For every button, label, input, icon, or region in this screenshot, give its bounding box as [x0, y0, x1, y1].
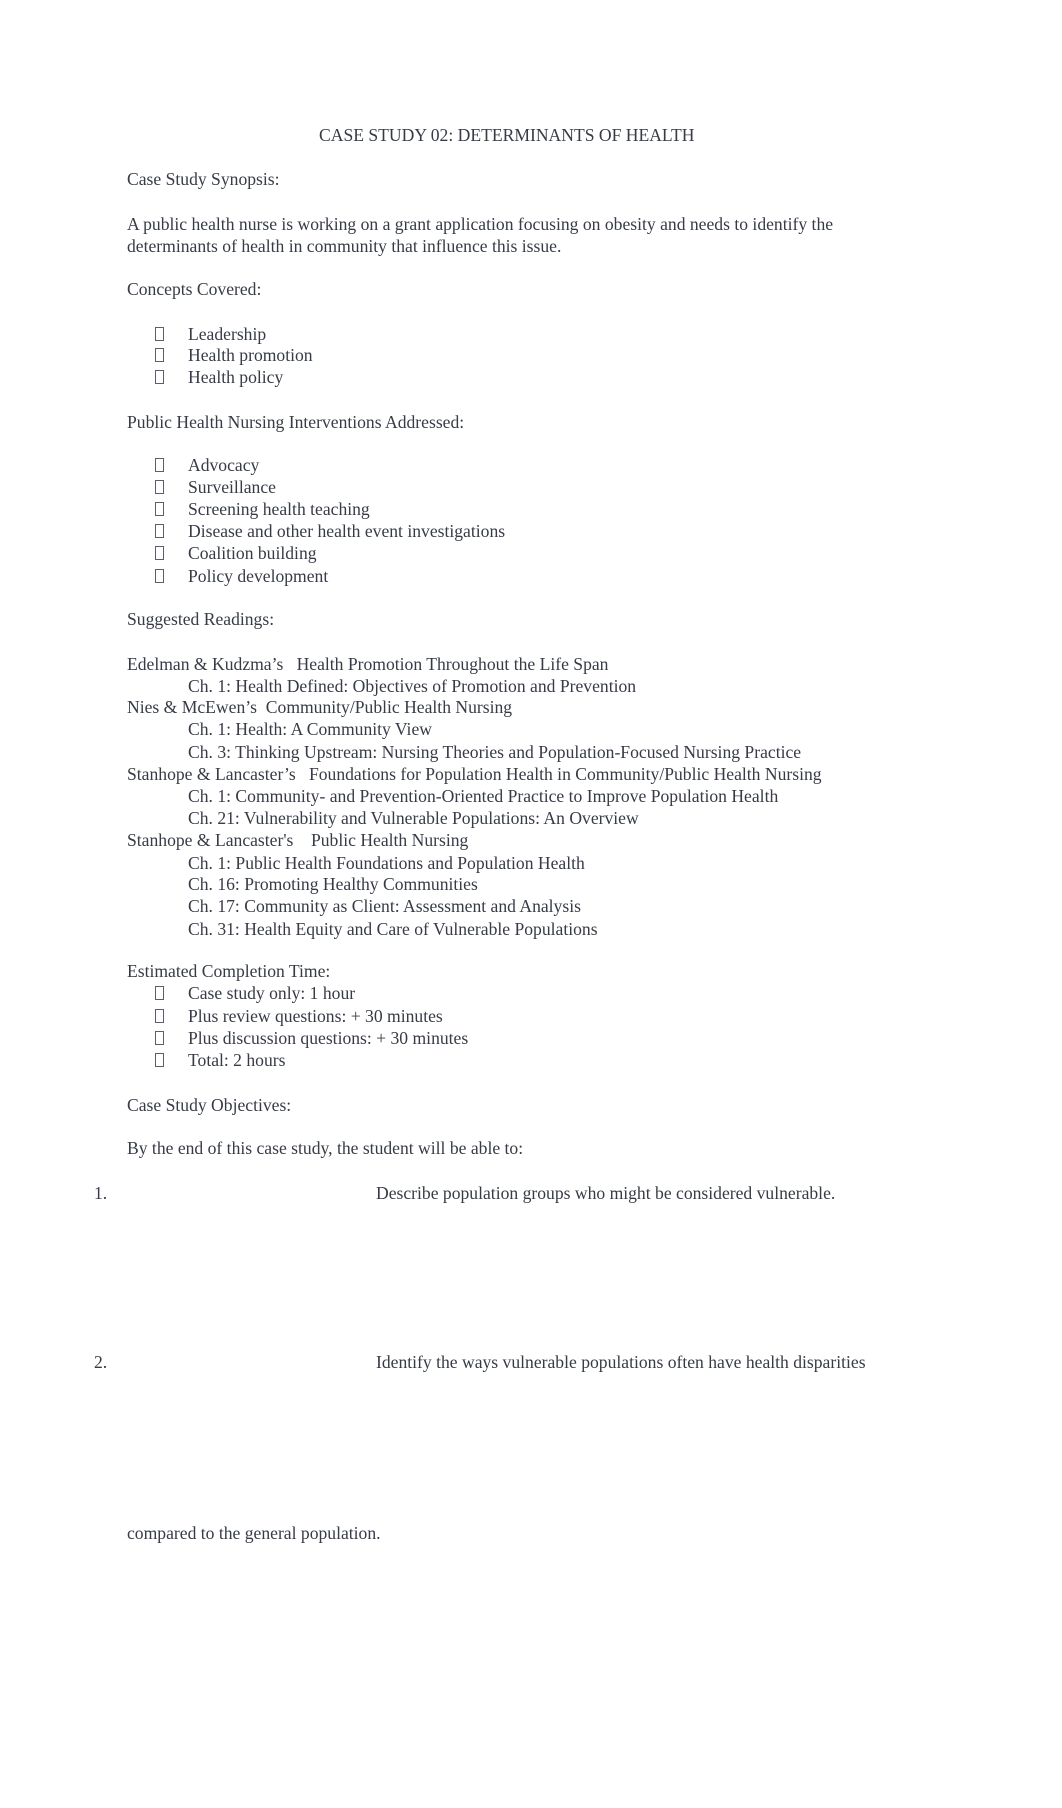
book-title: Public Health Nursing: [310, 830, 469, 850]
reading-chapter: Ch. 17: Community as Client: Assessment …: [188, 896, 581, 916]
objective-text: Describe population groups who might be …: [376, 1183, 836, 1203]
bullet-icon: [155, 480, 164, 494]
reading-chapter: Ch. 31: Health Equity and Care of Vulner…: [188, 919, 598, 939]
list-item: Case study only: 1 hour: [188, 983, 356, 1003]
reading-chapter: Ch. 1: Health Defined: Objectives of Pro…: [188, 676, 637, 696]
list-item: Disease and other health event investiga…: [188, 521, 506, 541]
objective-text: Identify the ways vulnerable populations…: [376, 1352, 866, 1372]
list-item: Coalition building: [188, 543, 317, 563]
list-item: Health policy: [188, 367, 284, 387]
bullet-icon: [155, 986, 164, 1000]
book-title: Community/Public Health Nursing: [265, 697, 513, 717]
list-item: Plus discussion questions: + 30 minutes: [188, 1028, 469, 1048]
objective-text-continuation: compared to the general population.: [127, 1523, 381, 1543]
reading-book: Edelman & Kudzma’s Health Promotion Thro…: [127, 653, 608, 675]
list-item: Surveillance: [188, 477, 276, 497]
objectives-heading: Case Study Objectives:: [127, 1095, 292, 1115]
bullet-icon: [155, 546, 164, 560]
list-item: Advocacy: [188, 455, 260, 475]
bullet-icon: [155, 524, 164, 538]
reading-chapter: Ch. 1: Health: A Community View: [188, 719, 432, 739]
book-author: Edelman & Kudzma’s: [127, 654, 284, 674]
reading-chapter: Ch. 16: Promoting Healthy Communities: [188, 874, 478, 894]
list-item: Health promotion: [188, 345, 313, 365]
bullet-icon: [155, 458, 164, 472]
reading-book: Stanhope & Lancaster's Public Health Nur…: [127, 829, 468, 851]
bullet-icon: [155, 502, 164, 516]
list-item: Total: 2 hours: [188, 1050, 286, 1070]
bullet-icon: [155, 370, 164, 384]
list-item: Leadership: [188, 324, 267, 344]
bullet-icon: [155, 1009, 164, 1023]
bullet-icon: [155, 1053, 164, 1067]
book-author: Stanhope & Lancaster’s: [127, 764, 296, 784]
objective-number: 2.: [94, 1352, 108, 1372]
list-item: Screening health teaching: [188, 499, 370, 519]
objectives-intro: By the end of this case study, the stude…: [127, 1138, 524, 1158]
reading-chapter: Ch. 1: Community- and Prevention-Oriente…: [188, 786, 779, 806]
interventions-heading: Public Health Nursing Interventions Addr…: [127, 412, 465, 432]
reading-book: Stanhope & Lancaster’s Foundations for P…: [127, 763, 822, 785]
synopsis-text-line: determinants of health in community that…: [127, 236, 562, 256]
bullet-icon: [155, 327, 164, 341]
page-title: CASE STUDY 02: DETERMINANTS OF HEALTH: [319, 125, 695, 145]
bullet-icon: [155, 1031, 164, 1045]
completion-heading: Estimated Completion Time:: [127, 961, 331, 981]
objective-number: 1.: [94, 1183, 108, 1203]
book-author: Stanhope & Lancaster's: [127, 830, 294, 850]
book-title: Health Promotion Throughout the Life Spa…: [296, 654, 609, 674]
reading-book: Nies & McEwen’s Community/Public Health …: [127, 696, 512, 718]
reading-chapter: Ch. 21: Vulnerability and Vulnerable Pop…: [188, 808, 639, 828]
list-item: Plus review questions: + 30 minutes: [188, 1006, 443, 1026]
synopsis-text-line: A public health nurse is working on a gr…: [127, 214, 834, 234]
reading-chapter: Ch. 1: Public Health Foundations and Pop…: [188, 853, 585, 873]
bullet-icon: [155, 569, 164, 583]
concepts-heading: Concepts Covered:: [127, 279, 262, 299]
bullet-icon: [155, 348, 164, 362]
readings-heading: Suggested Readings:: [127, 609, 275, 629]
book-title: Foundations for Population Health in Com…: [308, 764, 822, 784]
list-item: Policy development: [188, 566, 329, 586]
book-author: Nies & McEwen’s: [127, 697, 257, 717]
reading-chapter: Ch. 3: Thinking Upstream: Nursing Theori…: [188, 742, 802, 762]
synopsis-heading: Case Study Synopsis:: [127, 169, 280, 189]
